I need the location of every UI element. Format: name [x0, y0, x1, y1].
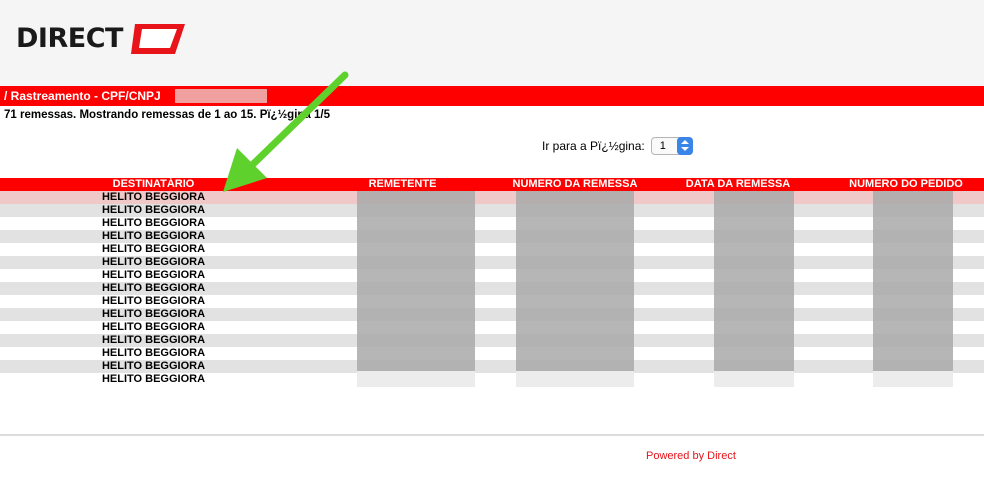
- cell-destinatario: HELITO BEGGIORA: [101, 243, 206, 255]
- data-remessa-redaction: [714, 191, 794, 371]
- shipments-table: DESTINATÁRIO REMETENTE NÚMERO DA REMESSA…: [0, 178, 984, 386]
- column-header-numero-remessa[interactable]: NÚMERO DA REMESSA: [495, 178, 655, 191]
- logo[interactable]: DIRECT: [16, 22, 187, 56]
- select-stepper-icon[interactable]: [676, 137, 693, 155]
- numero-pedido-redaction: [873, 191, 953, 371]
- redaction-edge: [516, 371, 634, 387]
- remetente-redaction: [357, 191, 475, 371]
- cell-destinatario: HELITO BEGGIORA: [101, 347, 206, 359]
- table-row[interactable]: HELITO BEGGIORA: [0, 321, 984, 334]
- table-row[interactable]: HELITO BEGGIORA: [0, 308, 984, 321]
- table-row[interactable]: HELITO BEGGIORA: [0, 230, 984, 243]
- table-row[interactable]: HELITO BEGGIORA: [0, 334, 984, 347]
- redaction-edge: [714, 371, 794, 387]
- cell-destinatario: HELITO BEGGIORA: [101, 256, 206, 268]
- redaction-edge: [357, 371, 475, 387]
- column-header-numero-pedido[interactable]: NÚMERO DO PEDIDO: [834, 178, 978, 191]
- footer-powered-by[interactable]: Powered by Direct: [646, 450, 736, 462]
- cell-destinatario: HELITO BEGGIORA: [101, 230, 206, 242]
- breadcrumb-text: / Rastreamento - CPF/CNPJ: [4, 89, 161, 103]
- cell-destinatario: HELITO BEGGIORA: [101, 204, 206, 216]
- header: DIRECT: [0, 0, 984, 86]
- cell-destinatario: HELITO BEGGIORA: [101, 321, 206, 333]
- table-row[interactable]: HELITO BEGGIORA: [0, 204, 984, 217]
- page-selector-label: Ir para a Pï¿½gina:: [542, 139, 645, 153]
- cell-destinatario: HELITO BEGGIORA: [101, 308, 206, 320]
- logo-text: DIRECT: [16, 23, 123, 54]
- table-row[interactable]: HELITO BEGGIORA: [0, 269, 984, 282]
- redaction-edge: [873, 371, 953, 387]
- column-header-remetente[interactable]: REMETENTE: [340, 178, 465, 191]
- numero-remessa-redaction: [516, 191, 634, 371]
- table-row[interactable]: HELITO BEGGIORA: [0, 347, 984, 360]
- cell-destinatario: HELITO BEGGIORA: [101, 373, 206, 385]
- table-row[interactable]: HELITO BEGGIORA: [0, 373, 984, 386]
- footer-divider: [0, 434, 984, 436]
- page-select[interactable]: 1: [650, 137, 693, 155]
- table-row[interactable]: HELITO BEGGIORA: [0, 243, 984, 256]
- breadcrumb: / Rastreamento - CPF/CNPJ: [0, 86, 984, 106]
- page-selector: Ir para a Pï¿½gina: 1: [542, 137, 693, 155]
- cell-destinatario: HELITO BEGGIORA: [101, 295, 206, 307]
- cell-destinatario: HELITO BEGGIORA: [101, 360, 206, 372]
- table-row[interactable]: HELITO BEGGIORA: [0, 360, 984, 373]
- cell-destinatario: HELITO BEGGIORA: [101, 334, 206, 346]
- page-select-value: 1: [659, 140, 666, 152]
- logo-mark-icon: [130, 24, 185, 54]
- table-row[interactable]: HELITO BEGGIORA: [0, 282, 984, 295]
- table-row[interactable]: HELITO BEGGIORA: [0, 191, 984, 204]
- table-header: DESTINATÁRIO REMETENTE NÚMERO DA REMESSA…: [0, 178, 984, 191]
- table-row[interactable]: HELITO BEGGIORA: [0, 256, 984, 269]
- cell-destinatario: HELITO BEGGIORA: [101, 269, 206, 281]
- cell-destinatario: HELITO BEGGIORA: [101, 282, 206, 294]
- annotation-arrow-icon: [223, 71, 349, 192]
- table-row[interactable]: HELITO BEGGIORA: [0, 295, 984, 308]
- column-header-data-remessa[interactable]: DATA DA REMESSA: [672, 178, 804, 191]
- cell-destinatario: HELITO BEGGIORA: [101, 217, 206, 229]
- table-row[interactable]: HELITO BEGGIORA: [0, 217, 984, 230]
